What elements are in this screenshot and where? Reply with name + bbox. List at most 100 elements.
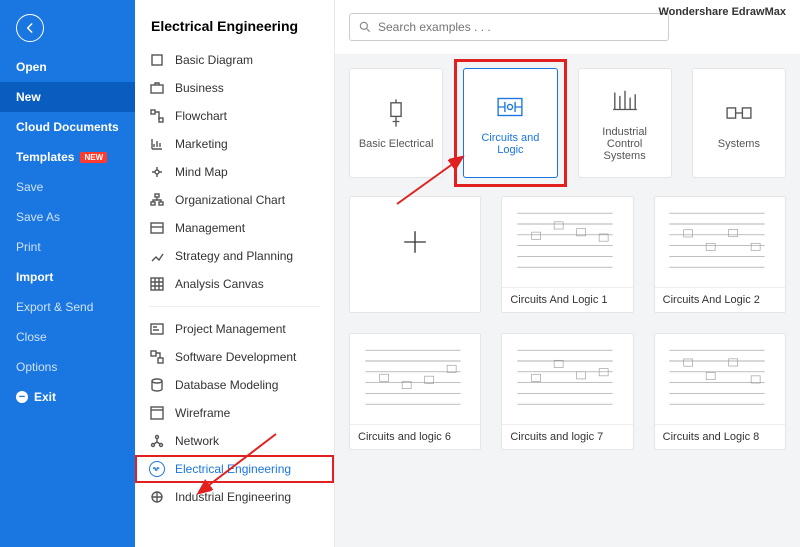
template-thumbnail (350, 334, 480, 424)
sidebar-item-print[interactable]: Print (0, 232, 135, 262)
chart-icon (149, 136, 165, 152)
sidebar-item-label: Save As (16, 210, 60, 224)
sidebar-item-label: Templates (16, 150, 74, 164)
template-circuits-and-logic-1[interactable]: Circuits And Logic 1 (501, 196, 633, 313)
category-item-basic-diagram[interactable]: Basic Diagram (135, 46, 334, 74)
software-icon (149, 349, 165, 365)
new-badge: NEW (80, 152, 107, 163)
flow-icon (149, 108, 165, 124)
template-blank[interactable] (349, 196, 481, 313)
template-thumbnail (350, 197, 480, 287)
category-item-business[interactable]: Business (135, 74, 334, 102)
sidebar-item-templates[interactable]: Templates NEW (0, 142, 135, 172)
category-header: Electrical Engineering (135, 18, 334, 46)
category-item-label: Network (175, 434, 219, 448)
template-label: Circuits And Logic 1 (502, 287, 632, 312)
database-icon (149, 377, 165, 393)
sidebar-item-export-send[interactable]: Export & Send (0, 292, 135, 322)
template-thumbnail (655, 197, 785, 287)
category-item-label: Electrical Engineering (175, 462, 291, 476)
tile-icon (722, 96, 756, 130)
content: Basic Electrical Circuits and Logic Indust… (335, 54, 800, 547)
category-item-label: Basic Diagram (175, 53, 253, 67)
category-item-industrial-engineering[interactable]: Industrial Engineering (135, 483, 334, 511)
category-list: Electrical Engineering Basic Diagram Busi… (135, 0, 335, 547)
sidebar-item-label: Export & Send (16, 300, 93, 314)
category-item-label: Flowchart (175, 109, 227, 123)
template-label: Circuits and Logic 8 (655, 424, 785, 449)
category-item-marketing[interactable]: Marketing (135, 130, 334, 158)
category-item-label: Wireframe (175, 406, 230, 420)
ee-icon (149, 461, 165, 477)
template-circuits-and-logic-6[interactable]: Circuits and logic 6 (349, 333, 481, 450)
ie-icon (149, 489, 165, 505)
category-item-network[interactable]: Network (135, 427, 334, 455)
square-icon (149, 52, 165, 68)
tile-label: Systems (712, 138, 766, 150)
template-circuits-and-logic-7[interactable]: Circuits and logic 7 (501, 333, 633, 450)
org-icon (149, 192, 165, 208)
tile-label: Basic Electrical (353, 138, 440, 150)
search-icon (358, 20, 372, 34)
category-item-label: Industrial Engineering (175, 490, 291, 504)
template-label: Circuits And Logic 2 (655, 287, 785, 312)
wireframe-icon (149, 405, 165, 421)
sidebar-item-import[interactable]: Import (0, 262, 135, 292)
sidebar-item-label: Cloud Documents (16, 120, 119, 134)
template-circuits-and-logic-2[interactable]: Circuits And Logic 2 (654, 196, 786, 313)
category-item-strategy-and-planning[interactable]: Strategy and Planning (135, 242, 334, 270)
category-item-organizational-chart[interactable]: Organizational Chart (135, 186, 334, 214)
subcategory-tile-industrial-control-systems[interactable]: Industrial Control Systems (578, 68, 672, 178)
project-icon (149, 321, 165, 337)
sidebar-item-label: Open (16, 60, 47, 74)
category-item-label: Marketing (175, 137, 228, 151)
sidebar-item-exit[interactable]: −Exit (0, 382, 135, 412)
category-item-label: Strategy and Planning (175, 249, 293, 263)
sidebar-item-label: Options (16, 360, 57, 374)
tile-label: Industrial Control Systems (579, 126, 671, 162)
back-button[interactable] (16, 14, 44, 42)
search-input[interactable] (378, 20, 660, 34)
sidebar-item-close[interactable]: Close (0, 322, 135, 352)
category-item-label: Organizational Chart (175, 193, 285, 207)
main-area: Wondershare EdrawMax Basic ElectricalCir… (335, 0, 800, 547)
sidebar-item-save-as[interactable]: Save As (0, 202, 135, 232)
briefcase-icon (149, 80, 165, 96)
tile-icon (493, 90, 527, 124)
template-circuits-and-logic-8[interactable]: Circuits and Logic 8 (654, 333, 786, 450)
subcategory-tile-systems[interactable]: Systems (692, 68, 786, 178)
sidebar-item-label: Close (16, 330, 47, 344)
category-item-label: Business (175, 81, 224, 95)
category-item-database-modeling[interactable]: Database Modeling (135, 371, 334, 399)
sidebar-item-new[interactable]: New (0, 82, 135, 112)
exit-icon: − (16, 391, 28, 403)
category-divider (149, 306, 320, 307)
manage-icon (149, 220, 165, 236)
category-item-flowchart[interactable]: Flowchart (135, 102, 334, 130)
category-item-label: Software Development (175, 350, 296, 364)
category-item-software-development[interactable]: Software Development (135, 343, 334, 371)
search-box[interactable] (349, 13, 669, 41)
sidebar-item-save[interactable]: Save (0, 172, 135, 202)
template-thumbnail (502, 334, 632, 424)
subcategory-tile-basic-electrical[interactable]: Basic Electrical (349, 68, 443, 178)
sidebar-item-cloud-documents[interactable]: Cloud Documents (0, 112, 135, 142)
arrow-left-icon (23, 21, 37, 35)
category-item-project-management[interactable]: Project Management (135, 315, 334, 343)
template-thumbnail (502, 197, 632, 287)
mind-icon (149, 164, 165, 180)
file-sidebar: Open New Cloud Documents Templates NEW Save Sa… (0, 0, 135, 547)
category-item-electrical-engineering[interactable]: Electrical Engineering (135, 455, 334, 483)
template-thumbnail (655, 334, 785, 424)
subcategory-tile-circuits-and-logic[interactable]: Circuits and Logic (463, 68, 557, 178)
category-item-analysis-canvas[interactable]: Analysis Canvas (135, 270, 334, 298)
sidebar-item-label: Print (16, 240, 41, 254)
strategy-icon (149, 248, 165, 264)
category-item-wireframe[interactable]: Wireframe (135, 399, 334, 427)
category-item-label: Database Modeling (175, 378, 278, 392)
category-item-mind-map[interactable]: Mind Map (135, 158, 334, 186)
sidebar-item-open[interactable]: Open (0, 52, 135, 82)
canvas-icon (149, 276, 165, 292)
sidebar-item-options[interactable]: Options (0, 352, 135, 382)
category-item-management[interactable]: Management (135, 214, 334, 242)
